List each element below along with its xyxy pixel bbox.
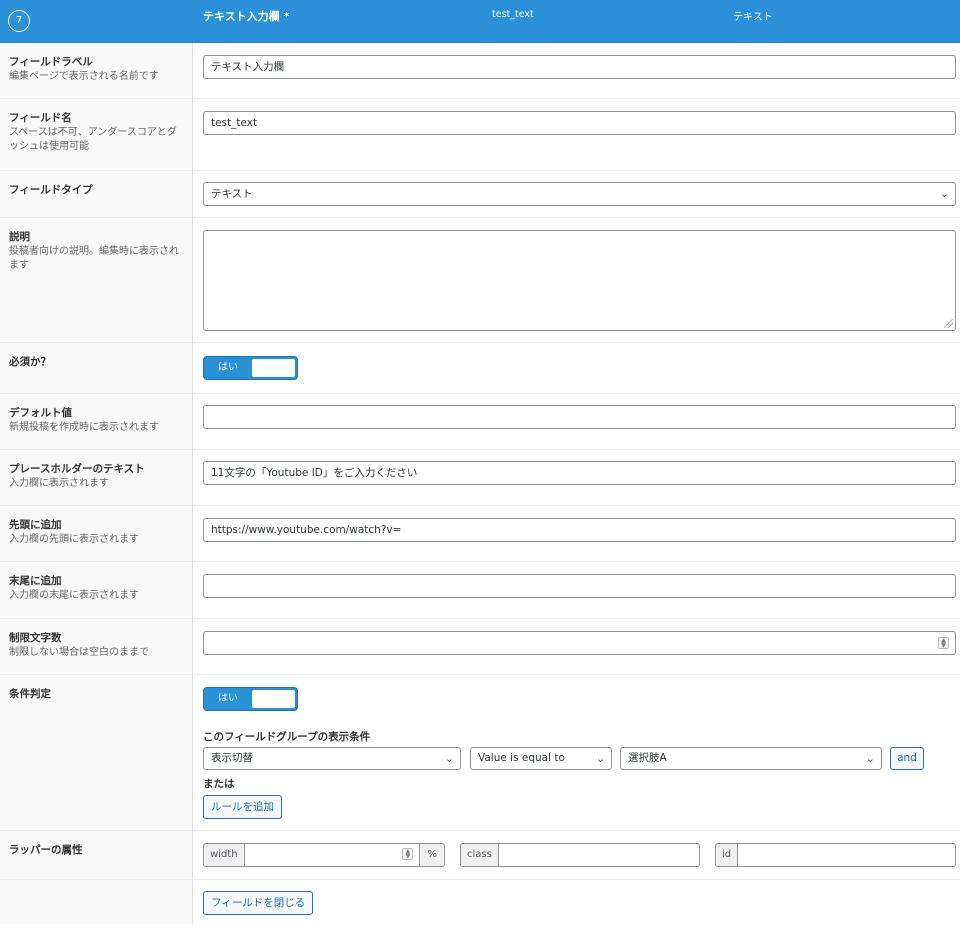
conditional-logic-toggle[interactable]: はい: [203, 687, 298, 711]
field-header-type: テキスト: [733, 12, 773, 23]
rule-field-select[interactable]: 表示切替 ⌄: [203, 747, 461, 770]
row-required: 必須か？ はい: [0, 343, 960, 394]
number-spinner-icon[interactable]: ▲ ▼: [938, 637, 949, 649]
row-description: 入力欄に表示されます: [9, 478, 109, 489]
row-label-cell: プレースホルダーのテキスト 入力欄に表示されます: [0, 450, 193, 505]
wrapper-class-label: class: [461, 844, 499, 866]
maxlength-number-input[interactable]: ▲ ▼: [203, 631, 956, 655]
row-maxlength: 制限文字数 制限しない場合は空白のままで ▲ ▼: [0, 619, 960, 675]
row-field-label: フィールドラベル 編集ページで表示される名前です テキスト入力欄: [0, 43, 960, 99]
default-value-input[interactable]: [203, 405, 956, 429]
condition-group-title: このフィールドグループの表示条件: [203, 731, 371, 743]
wrapper-class-group: class: [460, 843, 700, 867]
field-label-input[interactable]: テキスト入力欄: [203, 55, 956, 79]
row-title: フィールド名: [9, 112, 72, 124]
number-spinner-icon[interactable]: ▲ ▼: [402, 848, 414, 860]
row-description: スペースは不可、アンダースコアとダッシュは使用可能: [9, 127, 177, 152]
row-label-cell: 先頭に追加 入力欄の先頭に表示されます: [0, 506, 193, 561]
row-label-cell: 説明 投稿者向けの説明。編集時に表示されます: [0, 218, 193, 342]
chevron-down-icon: ⌄: [595, 752, 605, 765]
row-description: 投稿者向けの説明。編集時に表示されます: [9, 246, 179, 271]
wrapper-id-input[interactable]: [738, 844, 955, 866]
toggle-knob: [252, 690, 295, 708]
row-title: 必須か？: [9, 356, 51, 368]
row-field-type: フィールドタイプ テキスト ⌄: [0, 171, 960, 218]
row-description: 制限しない場合は空白のままで: [9, 647, 149, 658]
instructions-textarea[interactable]: [203, 230, 956, 331]
row-label-cell: フィールド名 スペースは不可、アンダースコアとダッシュは使用可能: [0, 99, 193, 170]
field-type-select[interactable]: テキスト ⌄: [203, 182, 956, 206]
row-placeholder: プレースホルダーのテキスト 入力欄に表示されます 11文字の「Youtube I…: [0, 450, 960, 506]
row-description: 入力欄の先頭に表示されます: [9, 534, 139, 545]
append-input[interactable]: [203, 574, 956, 598]
row-label-cell: デフォルト値 新規投稿を作成時に表示されます: [0, 394, 193, 449]
prepend-input[interactable]: https://www.youtube.com/watch?v=: [203, 518, 956, 542]
row-title: 先頭に追加: [9, 519, 62, 531]
row-label-cell: ラッパーの属性: [0, 831, 193, 879]
add-rule-group-button[interactable]: ルールを追加: [203, 795, 282, 819]
chevron-down-icon: ⌄: [939, 187, 949, 200]
row-default-value: デフォルト値 新規投稿を作成時に表示されます: [0, 394, 960, 450]
row-title: フィールドタイプ: [9, 184, 93, 196]
row-title: 説明: [9, 231, 30, 243]
rule-value-select[interactable]: 選択肢A ⌄: [620, 747, 882, 770]
wrapper-width-group: width ▲ ▼ %: [203, 843, 445, 867]
row-title: プレースホルダーのテキスト: [9, 463, 145, 475]
row-append: 末尾に追加 入力欄の末尾に表示されます: [0, 562, 960, 619]
row-instructions: 説明 投稿者向けの説明。編集時に表示されます: [0, 218, 960, 343]
wrapper-id-label: id: [716, 844, 739, 866]
field-order-badge: 7: [8, 10, 30, 32]
row-field-name: フィールド名 スペースは不可、アンダースコアとダッシュは使用可能 test_te…: [0, 99, 960, 171]
row-title: ラッパーの属性: [9, 844, 83, 856]
row-title: 制限文字数: [9, 632, 62, 644]
field-header-label[interactable]: テキスト入力欄 *: [203, 8, 289, 24]
row-label-cell: フィールドラベル 編集ページで表示される名前です: [0, 43, 193, 98]
rule-operator-select[interactable]: Value is equal to ⌄: [470, 747, 612, 770]
row-wrapper-attributes: ラッパーの属性 width ▲ ▼ % class id: [0, 831, 960, 880]
row-label-cell: フィールドタイプ: [0, 171, 193, 217]
chevron-down-icon: ⌄: [865, 752, 875, 765]
wrapper-width-unit: %: [419, 844, 444, 866]
toggle-on-label: はい: [218, 362, 238, 373]
chevron-down-icon: ⌄: [444, 752, 454, 765]
wrapper-id-group: id: [715, 843, 956, 867]
row-conditional-logic: 条件判定 はい このフィールドグループの表示条件 表示切替 ⌄ Value is…: [0, 675, 960, 831]
wrapper-width-label: width: [204, 844, 245, 866]
resize-grip-icon[interactable]: [944, 319, 953, 328]
row-title: フィールドラベル: [9, 56, 93, 68]
placeholder-text-input[interactable]: 11文字の「Youtube ID」をご入力ください: [203, 461, 956, 485]
row-close-field: フィールドを閉じる: [0, 880, 960, 924]
and-rule-button[interactable]: and: [890, 747, 924, 770]
required-toggle[interactable]: はい: [203, 356, 298, 380]
row-description: 編集ページで表示される名前です: [9, 71, 159, 82]
field-type-value: テキスト: [211, 188, 253, 200]
toggle-on-label: はい: [218, 693, 238, 704]
row-label-cell: [0, 880, 193, 924]
field-header-name: test_text: [492, 9, 534, 20]
close-field-button[interactable]: フィールドを閉じる: [203, 891, 314, 915]
row-prepend: 先頭に追加 入力欄の先頭に表示されます https://www.youtube.…: [0, 506, 960, 562]
row-title: 条件判定: [9, 688, 51, 700]
or-label: または: [203, 778, 235, 790]
field-name-input[interactable]: test_text: [203, 111, 956, 135]
wrapper-class-input[interactable]: [499, 844, 699, 866]
row-description: 入力欄の末尾に表示されます: [9, 590, 139, 601]
row-label-cell: 制限文字数 制限しない場合は空白のままで: [0, 619, 193, 674]
field-header-bar[interactable]: 7 テキスト入力欄 * test_text テキスト: [0, 0, 960, 43]
row-label-cell: 条件判定: [0, 675, 193, 830]
row-label-cell: 必須か？: [0, 343, 193, 393]
toggle-knob: [252, 359, 295, 377]
wrapper-width-input[interactable]: ▲ ▼: [245, 844, 420, 866]
row-title: デフォルト値: [9, 407, 72, 419]
row-title: 末尾に追加: [9, 575, 62, 587]
row-description: 新規投稿を作成時に表示されます: [9, 422, 159, 433]
row-label-cell: 末尾に追加 入力欄の末尾に表示されます: [0, 562, 193, 618]
